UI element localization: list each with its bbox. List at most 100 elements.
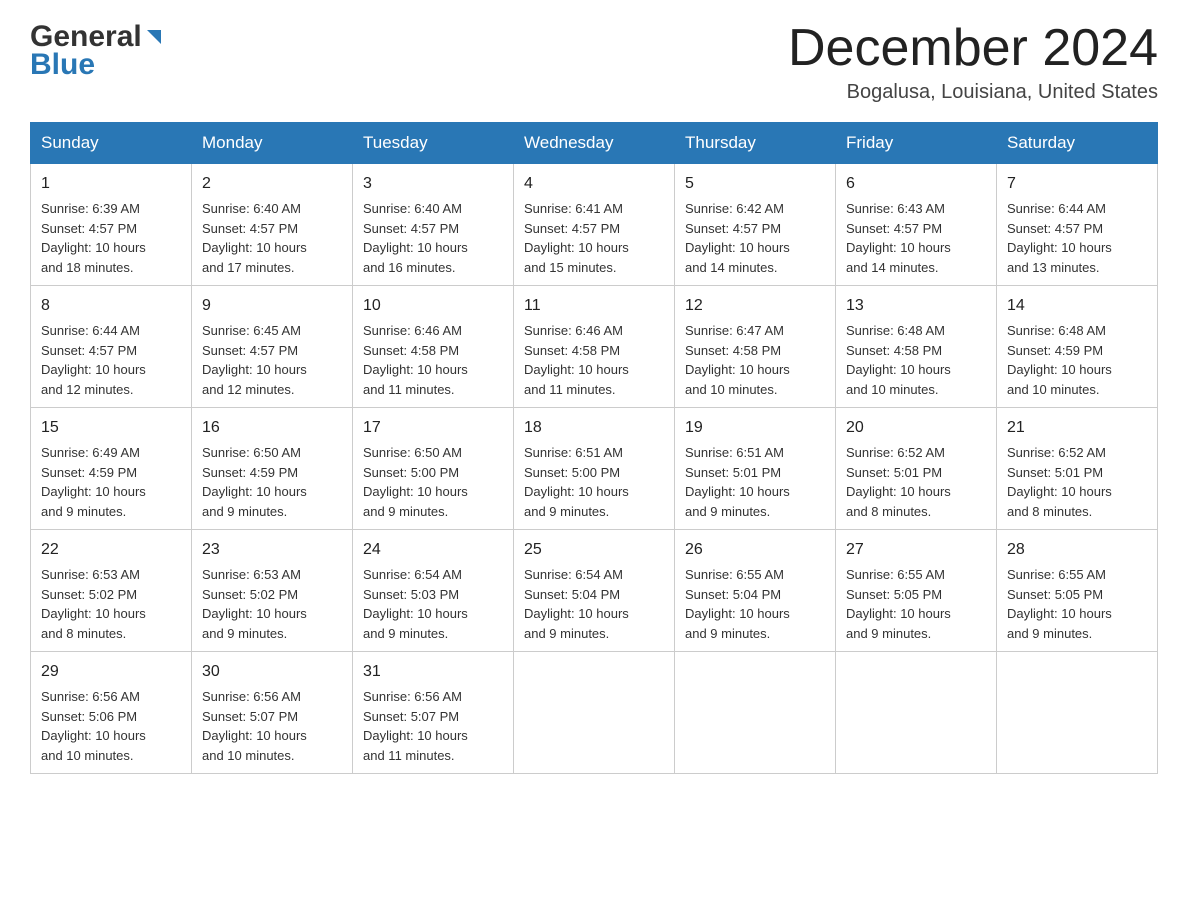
calendar-header-row: SundayMondayTuesdayWednesdayThursdayFrid… [31, 123, 1158, 164]
day-number: 10 [363, 294, 503, 318]
day-number: 22 [41, 538, 181, 562]
calendar-cell: 24 Sunrise: 6:54 AMSunset: 5:03 PMDayligh… [353, 530, 514, 652]
calendar-cell: 31Sunrise: 6:56 AMSunset: 5:07 PMDayligh… [353, 652, 514, 774]
day-number: 28 [1007, 538, 1147, 562]
day-number: 15 [41, 416, 181, 440]
day-number: 11 [524, 294, 664, 318]
day-info: Sunrise: 6:54 AMSunset: 5:04 PMDaylight:… [524, 567, 629, 641]
day-info: Sunrise: 6:52 AMSunset: 5:01 PMDaylight:… [846, 445, 951, 519]
calendar-cell: 27Sunrise: 6:55 AMSunset: 5:05 PMDayligh… [836, 530, 997, 652]
day-info: Sunrise: 6:55 AMSunset: 5:04 PMDaylight:… [685, 567, 790, 641]
day-number: 31 [363, 660, 503, 684]
calendar-cell: 12 Sunrise: 6:47 AMSunset: 4:58 PMDayligh… [675, 286, 836, 408]
day-number: 3 [363, 172, 503, 196]
calendar-week-row: 1 Sunrise: 6:39 AMSunset: 4:57 PMDaylight… [31, 164, 1158, 286]
day-info: Sunrise: 6:46 AMSunset: 4:58 PMDaylight:… [524, 323, 629, 397]
calendar-cell: 30 Sunrise: 6:56 AMSunset: 5:07 PMDayligh… [192, 652, 353, 774]
day-info: Sunrise: 6:56 AMSunset: 5:06 PMDaylight:… [41, 689, 146, 763]
calendar-cell: 15 Sunrise: 6:49 AMSunset: 4:59 PMDayligh… [31, 408, 192, 530]
calendar-cell [514, 652, 675, 774]
calendar-cell: 17 Sunrise: 6:50 AMSunset: 5:00 PMDayligh… [353, 408, 514, 530]
day-number: 2 [202, 172, 342, 196]
calendar-cell: 18Sunrise: 6:51 AMSunset: 5:00 PMDayligh… [514, 408, 675, 530]
day-of-week-header: Monday [192, 123, 353, 164]
day-info: Sunrise: 6:42 AMSunset: 4:57 PMDaylight:… [685, 201, 790, 275]
day-number: 7 [1007, 172, 1147, 196]
calendar-cell: 25Sunrise: 6:54 AMSunset: 5:04 PMDayligh… [514, 530, 675, 652]
day-info: Sunrise: 6:50 AMSunset: 5:00 PMDaylight:… [363, 445, 468, 519]
day-of-week-header: Wednesday [514, 123, 675, 164]
calendar-cell: 4 Sunrise: 6:41 AMSunset: 4:57 PMDaylight… [514, 164, 675, 286]
logo-blue-text: Blue [30, 48, 95, 82]
calendar-cell [675, 652, 836, 774]
calendar-week-row: 22 Sunrise: 6:53 AMSunset: 5:02 PMDayligh… [31, 530, 1158, 652]
day-info: Sunrise: 6:48 AMSunset: 4:59 PMDaylight:… [1007, 323, 1112, 397]
calendar-cell: 23 Sunrise: 6:53 AMSunset: 5:02 PMDayligh… [192, 530, 353, 652]
day-number: 9 [202, 294, 342, 318]
day-number: 4 [524, 172, 664, 196]
location-subtitle: Bogalusa, Louisiana, United States [788, 81, 1158, 104]
calendar-cell: 29 Sunrise: 6:56 AMSunset: 5:06 PMDayligh… [31, 652, 192, 774]
day-number: 29 [41, 660, 181, 684]
month-title: December 2024 [788, 20, 1158, 77]
day-number: 20 [846, 416, 986, 440]
day-number: 14 [1007, 294, 1147, 318]
day-number: 16 [202, 416, 342, 440]
calendar-cell: 3 Sunrise: 6:40 AMSunset: 4:57 PMDaylight… [353, 164, 514, 286]
day-info: Sunrise: 6:50 AMSunset: 4:59 PMDaylight:… [202, 445, 307, 519]
day-info: Sunrise: 6:41 AMSunset: 4:57 PMDaylight:… [524, 201, 629, 275]
calendar-week-row: 8Sunrise: 6:44 AMSunset: 4:57 PMDaylight… [31, 286, 1158, 408]
day-of-week-header: Thursday [675, 123, 836, 164]
day-number: 30 [202, 660, 342, 684]
calendar-cell: 13Sunrise: 6:48 AMSunset: 4:58 PMDayligh… [836, 286, 997, 408]
calendar-cell: 22 Sunrise: 6:53 AMSunset: 5:02 PMDayligh… [31, 530, 192, 652]
calendar-cell: 21 Sunrise: 6:52 AMSunset: 5:01 PMDayligh… [997, 408, 1158, 530]
day-number: 1 [41, 172, 181, 196]
calendar-week-row: 29 Sunrise: 6:56 AMSunset: 5:06 PMDayligh… [31, 652, 1158, 774]
day-number: 26 [685, 538, 825, 562]
calendar-cell: 2Sunrise: 6:40 AMSunset: 4:57 PMDaylight… [192, 164, 353, 286]
calendar-cell: 6 Sunrise: 6:43 AMSunset: 4:57 PMDaylight… [836, 164, 997, 286]
title-block: December 2024 Bogalusa, Louisiana, Unite… [788, 20, 1158, 104]
day-info: Sunrise: 6:46 AMSunset: 4:58 PMDaylight:… [363, 323, 468, 397]
calendar-cell: 28Sunrise: 6:55 AMSunset: 5:05 PMDayligh… [997, 530, 1158, 652]
day-of-week-header: Friday [836, 123, 997, 164]
day-number: 13 [846, 294, 986, 318]
day-number: 12 [685, 294, 825, 318]
calendar-cell [836, 652, 997, 774]
day-info: Sunrise: 6:49 AMSunset: 4:59 PMDaylight:… [41, 445, 146, 519]
calendar-cell [997, 652, 1158, 774]
day-info: Sunrise: 6:47 AMSunset: 4:58 PMDaylight:… [685, 323, 790, 397]
day-info: Sunrise: 6:45 AMSunset: 4:57 PMDaylight:… [202, 323, 307, 397]
logo-arrow-icon [143, 27, 165, 49]
calendar-cell: 26 Sunrise: 6:55 AMSunset: 5:04 PMDayligh… [675, 530, 836, 652]
day-number: 6 [846, 172, 986, 196]
day-info: Sunrise: 6:53 AMSunset: 5:02 PMDaylight:… [41, 567, 146, 641]
day-info: Sunrise: 6:55 AMSunset: 5:05 PMDaylight:… [846, 567, 951, 641]
day-info: Sunrise: 6:51 AMSunset: 5:00 PMDaylight:… [524, 445, 629, 519]
calendar-cell: 14 Sunrise: 6:48 AMSunset: 4:59 PMDayligh… [997, 286, 1158, 408]
calendar-cell: 5 Sunrise: 6:42 AMSunset: 4:57 PMDaylight… [675, 164, 836, 286]
day-number: 21 [1007, 416, 1147, 440]
day-number: 5 [685, 172, 825, 196]
calendar-week-row: 15 Sunrise: 6:49 AMSunset: 4:59 PMDayligh… [31, 408, 1158, 530]
day-info: Sunrise: 6:40 AMSunset: 4:57 PMDaylight:… [363, 201, 468, 275]
calendar-cell: 9 Sunrise: 6:45 AMSunset: 4:57 PMDaylight… [192, 286, 353, 408]
calendar-cell: 1 Sunrise: 6:39 AMSunset: 4:57 PMDaylight… [31, 164, 192, 286]
day-number: 17 [363, 416, 503, 440]
day-info: Sunrise: 6:56 AMSunset: 5:07 PMDaylight:… [202, 689, 307, 763]
page-header: General Blue December 2024 Bogalusa, Lou… [30, 20, 1158, 104]
day-of-week-header: Saturday [997, 123, 1158, 164]
calendar-cell: 20 Sunrise: 6:52 AMSunset: 5:01 PMDayligh… [836, 408, 997, 530]
calendar-table: SundayMondayTuesdayWednesdayThursdayFrid… [30, 122, 1158, 774]
day-number: 24 [363, 538, 503, 562]
calendar-cell: 10 Sunrise: 6:46 AMSunset: 4:58 PMDayligh… [353, 286, 514, 408]
day-info: Sunrise: 6:54 AMSunset: 5:03 PMDaylight:… [363, 567, 468, 641]
day-number: 23 [202, 538, 342, 562]
calendar-cell: 8Sunrise: 6:44 AMSunset: 4:57 PMDaylight… [31, 286, 192, 408]
logo: General Blue [30, 20, 165, 82]
day-info: Sunrise: 6:52 AMSunset: 5:01 PMDaylight:… [1007, 445, 1112, 519]
day-info: Sunrise: 6:43 AMSunset: 4:57 PMDaylight:… [846, 201, 951, 275]
day-info: Sunrise: 6:39 AMSunset: 4:57 PMDaylight:… [41, 201, 146, 275]
day-info: Sunrise: 6:53 AMSunset: 5:02 PMDaylight:… [202, 567, 307, 641]
